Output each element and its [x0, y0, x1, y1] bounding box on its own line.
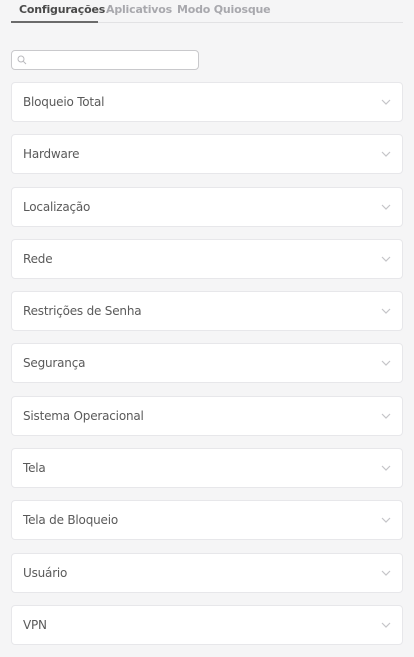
section-sistema-operacional[interactable]: Sistema Operacional	[11, 395, 403, 436]
chevron-down-icon	[381, 622, 391, 628]
section-vpn[interactable]: VPN	[11, 604, 403, 645]
section-rede[interactable]: Rede	[11, 238, 403, 279]
tab-modo-quiosque[interactable]: Modo Quiosque	[177, 3, 271, 16]
section-label: Hardware	[23, 147, 80, 162]
section-label: Tela	[23, 461, 46, 476]
chevron-down-icon	[381, 361, 391, 367]
chevron-down-icon	[381, 413, 391, 419]
section-label: Segurança	[23, 356, 86, 371]
tab-aplicativos[interactable]: Aplicativos	[106, 3, 172, 16]
section-seguranca[interactable]: Segurança	[11, 343, 403, 384]
chevron-down-icon	[381, 204, 391, 210]
search-icon	[17, 55, 27, 65]
chevron-down-icon	[381, 517, 391, 524]
active-tab-indicator	[11, 21, 98, 23]
section-label: Restrições de Senha	[23, 304, 142, 319]
section-label: Bloqueio Total	[23, 95, 105, 109]
chevron-down-icon	[381, 570, 391, 576]
section-label: VPN	[23, 617, 47, 632]
section-tela[interactable]: Tela	[11, 448, 403, 489]
section-label: Tela de Bloqueio	[23, 513, 118, 528]
chevron-down-icon	[381, 99, 391, 105]
tab-bar: Configurações Aplicativos Modo Quiosque	[11, 0, 403, 23]
chevron-down-icon	[381, 465, 391, 471]
tab-configuracoes[interactable]: Configurações	[19, 3, 105, 16]
section-label: Sistema Operacional	[23, 408, 144, 423]
settings-section-list: Bloqueio Total Hardware Localização Rede…	[11, 82, 403, 657]
search-input[interactable]	[30, 51, 194, 69]
section-localizacao[interactable]: Localização	[11, 186, 403, 227]
section-hardware[interactable]: Hardware	[11, 134, 403, 175]
search-box	[11, 50, 199, 70]
chevron-down-icon	[381, 308, 391, 315]
chevron-down-icon	[381, 151, 391, 158]
section-tela-de-bloqueio[interactable]: Tela de Bloqueio	[11, 500, 403, 541]
section-label: Usuário	[23, 565, 68, 580]
section-restricoes-de-senha[interactable]: Restrições de Senha	[11, 291, 403, 332]
section-label: Localização	[23, 199, 91, 214]
section-label: Rede	[23, 251, 53, 266]
chevron-down-icon	[381, 256, 391, 262]
section-usuario[interactable]: Usuário	[11, 552, 403, 593]
section-bloqueio-total[interactable]: Bloqueio Total	[11, 82, 403, 122]
